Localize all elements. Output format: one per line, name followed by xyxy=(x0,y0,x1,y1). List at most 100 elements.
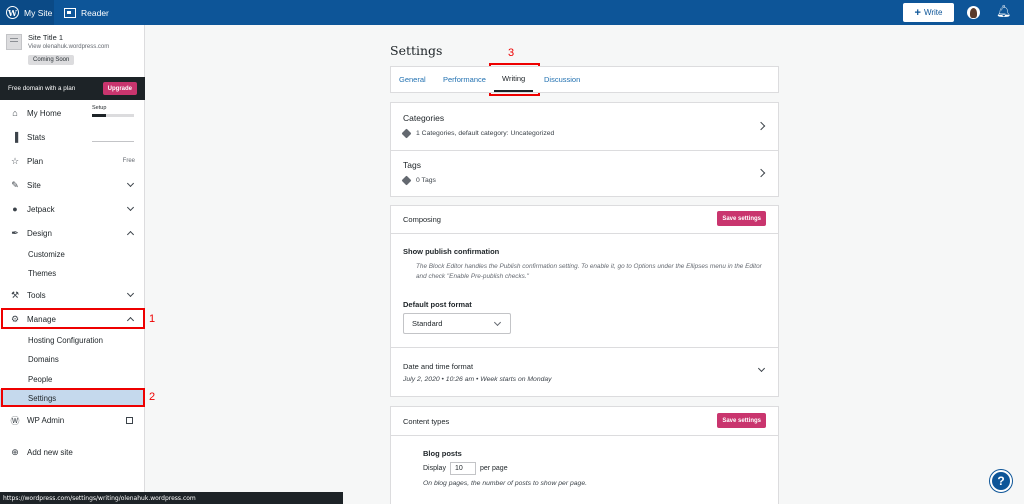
sidebar-item-my-home[interactable]: ⌂ My Home Setup xyxy=(0,102,145,124)
tags-subtitle: 0 Tags xyxy=(401,175,436,186)
wordpress-icon: W xyxy=(6,6,19,19)
chevron-up-icon xyxy=(126,230,135,239)
save-settings-button[interactable]: Save settings xyxy=(717,211,766,226)
my-site-label: My Site xyxy=(24,7,53,18)
stats-icon: ▐ xyxy=(11,132,19,142)
sidebar-item-label: Plan xyxy=(27,156,44,166)
sidebar-item-add-site[interactable]: ⊕ Add new site xyxy=(0,441,145,463)
stats-sparkline xyxy=(92,139,134,142)
taxonomy-card: Categories 1 Categories, default categor… xyxy=(390,102,779,197)
site-url[interactable]: View olenahuk.wordpress.com xyxy=(28,44,109,50)
highlight-box-settings xyxy=(1,388,145,407)
settings-tabs: General Performance Writing Discussion xyxy=(390,66,779,93)
post-format-select[interactable]: Standard xyxy=(403,313,511,334)
sidebar-subitem-label: People xyxy=(28,374,53,384)
date-format-label: Date and time format xyxy=(403,362,474,371)
chevron-down-icon xyxy=(493,318,502,327)
save-settings-button[interactable]: Save settings xyxy=(717,413,766,428)
coming-soon-badge: Coming Soon xyxy=(28,55,75,65)
sidebar-item-label: Add new site xyxy=(27,447,73,457)
setup-progress-bar xyxy=(92,114,134,117)
site-icon xyxy=(6,34,22,50)
sidebar-subitem-hosting[interactable]: Hosting Configuration xyxy=(0,331,145,349)
sidebar-item-label: Tools xyxy=(27,290,46,300)
write-button[interactable]: + Write xyxy=(903,3,954,22)
tab-discussion[interactable]: Discussion xyxy=(544,67,580,92)
publish-confirm-label: Show publish confirmation xyxy=(403,247,500,256)
sidebar-subitem-people[interactable]: People xyxy=(0,370,145,388)
wordpress-icon: Ⓦ xyxy=(10,415,20,426)
tab-performance[interactable]: Performance xyxy=(443,67,486,92)
sidebar-subitem-themes[interactable]: Themes xyxy=(0,264,145,282)
content-types-card: Content types Save settings Blog posts D… xyxy=(390,406,779,504)
composing-card: Composing Save settings Show publish con… xyxy=(390,205,779,397)
sidebar-item-plan[interactable]: ☆ Plan Free xyxy=(0,150,145,172)
categories-summary: 1 Categories, default category: Uncatego… xyxy=(416,130,555,137)
site-card[interactable]: Site Title 1 View olenahuk.wordpress.com… xyxy=(0,25,145,75)
divider xyxy=(391,347,778,348)
sidebar-item-design[interactable]: ✒ Design xyxy=(0,222,145,244)
tag-icon xyxy=(401,175,412,186)
content-types-header: Content types xyxy=(403,417,450,426)
posts-per-page-note: On blog pages, the number of posts to sh… xyxy=(423,480,587,487)
chevron-down-icon xyxy=(126,179,135,188)
sidebar-subitem-label: Themes xyxy=(28,268,57,278)
sidebar-subitem-customize[interactable]: Customize xyxy=(0,245,145,263)
chevron-right-icon xyxy=(756,121,766,131)
sidebar-subitem-domains[interactable]: Domains xyxy=(0,350,145,368)
jetpack-icon: ● xyxy=(12,204,18,214)
sidebar-item-stats[interactable]: ▐ Stats xyxy=(0,126,145,148)
tags-title: Tags xyxy=(403,160,421,170)
sidebar-subitem-label: Hosting Configuration xyxy=(28,335,103,345)
avatar[interactable] xyxy=(967,6,980,19)
posts-per-page-input[interactable]: 10 xyxy=(449,462,476,475)
help-button[interactable]: ? xyxy=(990,470,1012,492)
highlight-box-manage xyxy=(1,308,145,329)
sidebar-item-label: Site xyxy=(27,180,41,190)
star-icon: ☆ xyxy=(10,155,20,166)
my-site-button[interactable]: W My Site xyxy=(0,0,54,25)
composing-header: Composing xyxy=(403,215,441,224)
divider xyxy=(391,435,778,436)
master-bar: W My Site Reader + Write 🔔︎ xyxy=(0,0,1024,25)
page-title: Settings xyxy=(390,43,443,58)
publish-confirm-note: The Block Editor handles the Publish con… xyxy=(416,263,762,280)
external-link-icon xyxy=(126,416,133,424)
post-format-label: Default post format xyxy=(403,300,472,309)
chevron-down-icon xyxy=(126,203,135,212)
chevron-right-icon xyxy=(756,168,766,178)
site-title: Site Title 1 xyxy=(28,33,64,42)
sidebar-item-wp-admin[interactable]: Ⓦ WP Admin xyxy=(0,409,145,431)
setup-label: Setup xyxy=(92,105,107,111)
brush-icon: ✒ xyxy=(11,227,19,238)
blog-posts-label: Blog posts xyxy=(423,449,462,458)
sidebar-item-label: My Home xyxy=(27,108,62,118)
sidebar-subitem-label: Domains xyxy=(28,354,59,364)
sidebar-item-tools[interactable]: ⚒ Tools xyxy=(0,284,145,306)
home-icon: ⌂ xyxy=(12,108,18,118)
post-format-value: Standard xyxy=(412,319,443,328)
sidebar-item-label: Design xyxy=(27,228,52,238)
sidebar-item-label: Jetpack xyxy=(27,204,55,214)
main-content: Settings General Performance Writing Dis… xyxy=(145,25,1024,504)
sidebar-item-jetpack[interactable]: ● Jetpack xyxy=(0,198,145,220)
display-prefix: Display xyxy=(423,465,446,472)
reader-button[interactable]: Reader xyxy=(60,0,109,25)
chevron-down-icon xyxy=(757,364,766,373)
tab-writing[interactable]: Writing xyxy=(494,67,534,92)
upgrade-button[interactable]: Upgrade xyxy=(102,82,137,95)
sidebar-subitem-label: Customize xyxy=(28,249,65,259)
plan-badge: Free xyxy=(122,158,135,164)
categories-title: Categories xyxy=(403,113,445,123)
tab-general[interactable]: General xyxy=(399,67,426,92)
posts-per-page-row: Display 10 per page xyxy=(423,462,508,475)
domain-banner[interactable]: Free domain with a plan Upgrade xyxy=(0,77,145,100)
sidebar-item-site[interactable]: ✎ Site xyxy=(0,174,145,196)
sidebar-item-label: Stats xyxy=(27,132,46,142)
reader-icon xyxy=(64,7,76,18)
status-bar-url: https://wordpress.com/settings/writing/o… xyxy=(0,492,343,504)
categories-subtitle: 1 Categories, default category: Uncatego… xyxy=(401,128,555,139)
notifications-icon[interactable]: 🔔︎ xyxy=(996,4,1011,18)
wrench-icon: ⚒ xyxy=(10,289,20,300)
add-icon: ⊕ xyxy=(11,446,19,457)
